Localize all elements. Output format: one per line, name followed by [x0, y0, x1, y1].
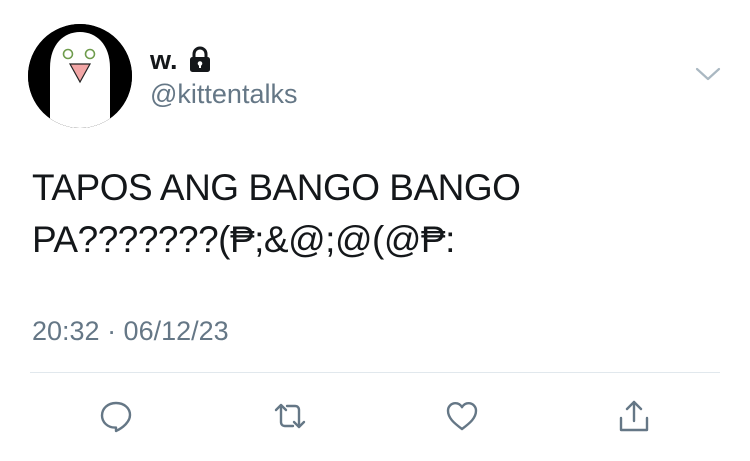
tweet-timestamp[interactable]: 20:32 · 06/12/23 — [32, 314, 229, 348]
display-name[interactable]: w. — [150, 44, 178, 76]
reply-icon — [100, 401, 132, 433]
user-handle[interactable]: @kittentalks — [150, 78, 297, 110]
share-icon — [619, 400, 649, 432]
tweet-text-line: PA???????(₱;&@;@(@₱: — [32, 219, 455, 260]
tweet-text-line: TAPOS ANG BANGO BANGO — [32, 167, 521, 208]
share-button[interactable] — [610, 392, 658, 440]
lock-icon — [188, 46, 212, 74]
like-icon — [446, 402, 478, 431]
retweet-icon — [274, 403, 306, 429]
tweet-card: w. @kittentalks TAPOS ANG BANGO BANGO PA… — [0, 0, 750, 461]
name-row: w. — [150, 44, 212, 76]
divider — [30, 372, 720, 373]
avatar-ghost-image — [28, 24, 132, 128]
chevron-down-icon[interactable] — [694, 62, 722, 86]
tweet-text: TAPOS ANG BANGO BANGO PA???????(₱;&@;@(@… — [32, 162, 722, 266]
avatar[interactable] — [28, 24, 132, 128]
retweet-button[interactable] — [266, 392, 314, 440]
like-button[interactable] — [438, 392, 486, 440]
reply-button[interactable] — [92, 392, 140, 440]
action-bar — [0, 392, 750, 442]
